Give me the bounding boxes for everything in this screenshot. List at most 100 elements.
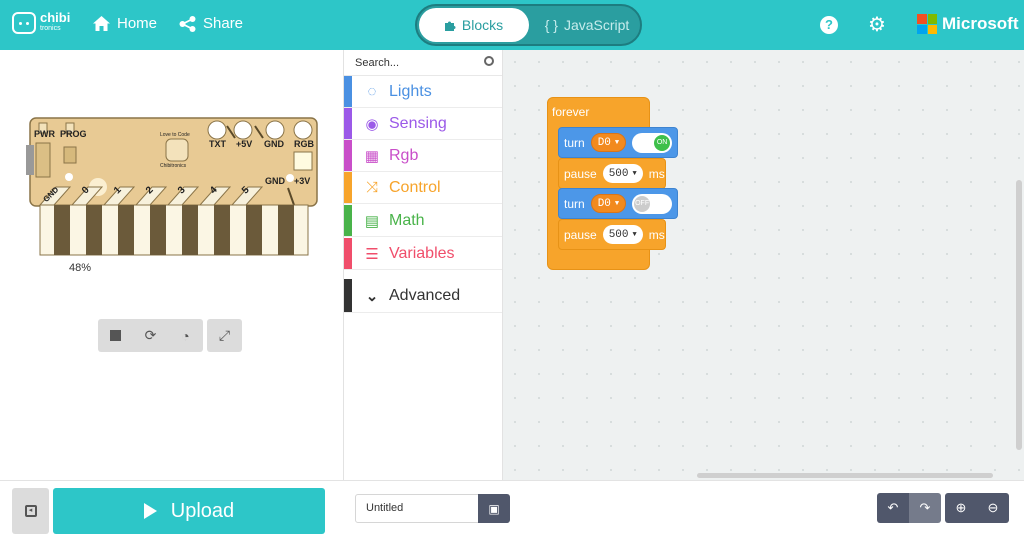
board-label-txt: TXT	[209, 139, 226, 149]
collapse-simulator-button[interactable]: ◂	[12, 488, 49, 534]
board-badge-title: Love to Code	[160, 132, 190, 138]
undo-icon: ↶	[887, 500, 899, 515]
simulator-controls: ⟳ ◔ ⤢	[98, 319, 242, 352]
javascript-tab-label: JavaScript	[563, 17, 630, 33]
category-label: Control	[389, 178, 441, 196]
board-pin-0[interactable]: 0	[80, 185, 92, 197]
blocks-tab-label: Blocks	[461, 17, 504, 33]
grid-icon: ▦	[364, 147, 380, 165]
workspace-horizontal-scrollbar[interactable]	[697, 473, 993, 478]
board-pin-4[interactable]: 4	[208, 185, 220, 197]
microsoft-label: Microsoft	[942, 14, 1019, 33]
board-label-rgb: RGB	[294, 139, 314, 149]
board-badge-name: Chibitronics	[160, 163, 187, 169]
restart-button[interactable]: ⟳	[133, 319, 168, 352]
category-math[interactable]: ▤ Math	[344, 205, 502, 237]
board-pin-2[interactable]: 2	[144, 185, 156, 197]
category-rgb[interactable]: ▦ Rgb	[344, 140, 502, 172]
category-variables[interactable]: ☰ Variables	[344, 238, 502, 270]
chevron-down-icon: ⌄	[365, 287, 379, 305]
turn-label: turn	[564, 196, 585, 211]
zoom-in-button[interactable]: ⊕	[945, 493, 977, 523]
logo-mark-icon	[12, 12, 36, 34]
slow-motion-button[interactable]: ◔	[168, 319, 203, 352]
chibitronics-logo[interactable]: chibi tronics	[12, 11, 70, 34]
toolbox-search[interactable]: Search...	[344, 50, 502, 76]
caret-down-icon: ▼	[632, 169, 637, 178]
fullscreen-icon: ⤢	[218, 327, 231, 343]
blocks-tab[interactable]: Blocks	[419, 8, 529, 42]
shuffle-icon: ⤨	[365, 179, 378, 196]
share-button[interactable]: Share	[179, 15, 243, 32]
pin-dropdown[interactable]: D0 ▼	[590, 133, 627, 152]
board-pin-1[interactable]: 1	[112, 185, 124, 197]
board-pin-3[interactable]: 3	[176, 185, 188, 197]
fullscreen-button[interactable]: ⤢	[207, 319, 242, 352]
workspace-vertical-scrollbar[interactable]	[1016, 180, 1022, 450]
redo-button[interactable]: ↷	[909, 493, 941, 523]
board-label-5v: +5V	[236, 139, 253, 149]
toolbox: Search... ◌ Lights ◉ Sensing ▦ Rgb ⤨ Con…	[343, 50, 503, 480]
editor-toggle: Blocks { } JavaScript	[415, 4, 642, 46]
board-label-pwr: PWR	[34, 129, 55, 139]
forever-label: forever	[552, 105, 590, 119]
pin-dropdown[interactable]: D0 ▼	[590, 194, 627, 213]
play-icon	[143, 503, 157, 519]
unit-label: ms	[648, 227, 665, 242]
pause-block[interactable]: pause 500 ▼ ms	[558, 158, 666, 189]
top-bar: chibi tronics Home Share Blocks { } JavaS…	[0, 0, 1024, 50]
category-label: Variables	[389, 244, 455, 262]
category-label: Rgb	[389, 146, 419, 164]
category-advanced[interactable]: ⌄ Advanced	[344, 279, 502, 313]
microsoft-grid-icon	[917, 14, 937, 34]
help-icon[interactable]: ?	[820, 16, 838, 34]
javascript-tab[interactable]: { } JavaScript	[537, 8, 637, 42]
braces-icon: { }	[544, 17, 558, 33]
project-name-input[interactable]: Untitled	[355, 494, 479, 523]
on-off-toggle[interactable]: OFF	[632, 193, 673, 214]
unit-label: ms	[648, 166, 665, 181]
stop-button[interactable]	[98, 319, 133, 352]
undo-redo-group: ↶ ↷	[877, 493, 941, 523]
turn-block[interactable]: turn D0 ▼ ON	[558, 127, 678, 158]
undo-button[interactable]: ↶	[877, 493, 909, 523]
home-button[interactable]: Home	[93, 15, 157, 32]
minus-circle-icon: ⊖	[987, 500, 999, 515]
board-label-gnd-pad: GND	[41, 185, 61, 204]
category-label: Math	[389, 211, 425, 229]
search-icon	[484, 56, 494, 66]
board-label-prog: PROG	[60, 129, 87, 139]
search-input[interactable]: Search...	[355, 57, 399, 69]
calculator-icon: ▤	[364, 212, 380, 230]
duration-dropdown[interactable]: 500 ▼	[602, 164, 643, 183]
zoom-percent: 48%	[69, 262, 92, 274]
microsoft-logo[interactable]: Microsoft	[917, 14, 1019, 34]
board-label-gnd-right: GND	[265, 176, 285, 186]
upload-button[interactable]: Upload	[53, 488, 325, 534]
on-off-toggle[interactable]: ON	[632, 132, 673, 153]
pause-label: pause	[564, 227, 597, 242]
target-icon: ◉	[365, 115, 379, 133]
board-pin-5[interactable]: 5	[240, 185, 252, 197]
share-label: Share	[203, 15, 244, 32]
category-control[interactable]: ⤨ Control	[344, 172, 502, 204]
pause-block[interactable]: pause 500 ▼ ms	[558, 219, 666, 250]
category-lights[interactable]: ◌ Lights	[344, 76, 502, 108]
zoom-out-button[interactable]: ⊖	[977, 493, 1009, 523]
plus-circle-icon: ⊕	[955, 500, 967, 515]
duration-dropdown[interactable]: 500 ▼	[602, 225, 643, 244]
collapse-icon: ◂	[24, 505, 37, 517]
share-icon	[179, 15, 196, 32]
category-label: Lights	[389, 82, 432, 100]
gear-icon[interactable]: ⚙	[868, 15, 886, 35]
caret-down-icon: ▼	[614, 138, 620, 147]
turn-block[interactable]: turn D0 ▼ OFF	[558, 188, 678, 219]
category-sensing[interactable]: ◉ Sensing	[344, 108, 502, 140]
lightbulb-icon: ◌	[367, 83, 377, 100]
board-label-3v: +3V	[294, 176, 311, 186]
redo-icon: ↷	[919, 500, 931, 515]
toggle-state: ON	[654, 134, 671, 151]
save-button[interactable]: ▣	[478, 494, 510, 523]
home-label: Home	[117, 15, 158, 32]
category-label: Advanced	[389, 286, 461, 304]
